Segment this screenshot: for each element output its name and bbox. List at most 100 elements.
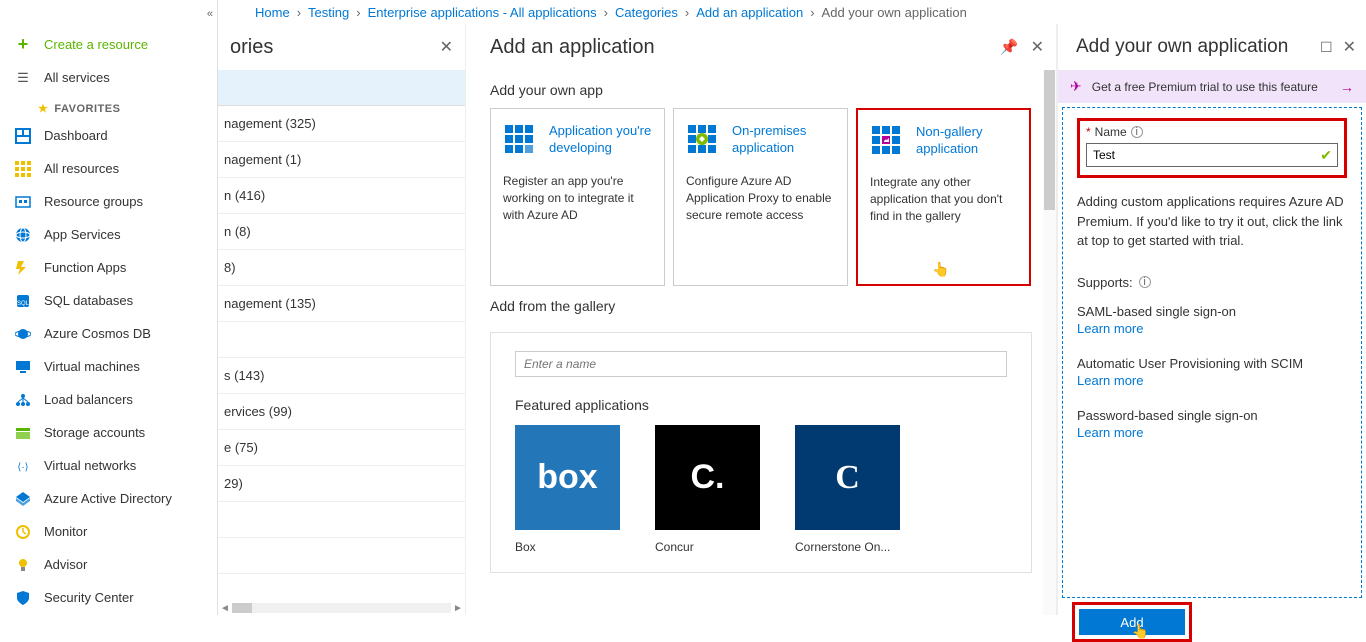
maximize-icon[interactable]: ☐ [1320, 39, 1333, 56]
category-row[interactable] [218, 502, 465, 538]
tile-developing[interactable]: Application you're developing Register a… [490, 108, 665, 286]
all-services-link[interactable]: ☰ All services [0, 61, 217, 94]
pin-icon[interactable]: 📌 [1000, 38, 1019, 56]
cursor-icon: 👆 [1132, 623, 1149, 640]
app-cornerstone[interactable]: C Cornerstone On... [795, 425, 915, 554]
category-row[interactable]: ervices (99) [218, 394, 465, 430]
sidebar-item-aad[interactable]: Azure Active Directory [0, 482, 217, 515]
app-logo: C. [655, 425, 760, 530]
resource-group-icon [14, 193, 32, 211]
breadcrumb: Home› Testing› Enterprise applications -… [220, 0, 1366, 24]
create-resource-link[interactable]: + Create a resource [0, 28, 217, 61]
add-own-blade: Add your own application ☐ ✕ ✈ Get a fre… [1057, 24, 1366, 615]
function-icon [14, 259, 32, 277]
name-field-highlight: *Name i ✔ [1077, 118, 1347, 178]
gallery-box: Featured applications box Box C. Concur … [490, 332, 1032, 573]
category-row[interactable]: nagement (1) [218, 142, 465, 178]
rocket-icon: ✈ [1070, 78, 1082, 95]
breadcrumb-link[interactable]: Add an application [696, 5, 803, 20]
promo-text: Get a free Premium trial to use this fea… [1092, 80, 1318, 94]
gallery-search-input[interactable] [515, 351, 1007, 377]
premium-promo[interactable]: ✈ Get a free Premium trial to use this f… [1058, 70, 1366, 103]
sidebar-item-lb[interactable]: Load balancers [0, 383, 217, 416]
sidebar-item-all-resources[interactable]: All resources [0, 152, 217, 185]
sidebar-item-vnet[interactable]: ⟨·⟩Virtual networks [0, 449, 217, 482]
info-icon[interactable]: i [1131, 126, 1143, 138]
category-row-selected[interactable] [218, 70, 465, 106]
sidebar-item-app-services[interactable]: App Services [0, 218, 217, 251]
sidebar-item-vms[interactable]: Virtual machines [0, 350, 217, 383]
tile-title: Non-gallery application [916, 124, 1017, 158]
vertical-scrollbar[interactable] [1043, 70, 1056, 615]
app-dev-icon [503, 123, 539, 159]
category-list: nagement (325) nagement (1) n (416) n (8… [218, 106, 465, 574]
breadcrumb-link[interactable]: Home [255, 5, 290, 20]
tile-onprem[interactable]: On-premises application Configure Azure … [673, 108, 848, 286]
category-row[interactable]: 29) [218, 466, 465, 502]
app-box[interactable]: box Box [515, 425, 635, 554]
own-app-label: Add your own app [490, 82, 1056, 98]
close-icon[interactable]: ✕ [440, 37, 453, 57]
aad-icon [14, 490, 32, 508]
lb-icon [14, 391, 32, 409]
scroll-left-icon[interactable]: ◄ [218, 603, 232, 614]
category-row[interactable]: 8) [218, 250, 465, 286]
help-text: Adding custom applications requires Azur… [1077, 192, 1347, 251]
breadcrumb-link[interactable]: Enterprise applications - All applicatio… [368, 5, 597, 20]
favorites-header: ★FAVORITES [0, 94, 217, 119]
breadcrumb-link[interactable]: Testing [308, 5, 349, 20]
category-row[interactable]: e (75) [218, 430, 465, 466]
info-icon[interactable]: i [1139, 276, 1151, 288]
sidebar-item-sql[interactable]: SQLSQL databases [0, 284, 217, 317]
cosmos-icon [14, 325, 32, 343]
category-row[interactable]: nagement (135) [218, 286, 465, 322]
monitor-icon [14, 523, 32, 541]
sidebar: « + Create a resource ☰ All services ★FA… [0, 0, 218, 615]
nongallery-icon [870, 124, 906, 160]
category-row[interactable] [218, 538, 465, 574]
category-row[interactable]: s (143) [218, 358, 465, 394]
shield-icon [14, 589, 32, 607]
category-row[interactable] [218, 322, 465, 358]
sql-icon: SQL [14, 292, 32, 310]
tile-desc: Configure Azure AD Application Proxy to … [686, 173, 835, 223]
svg-text:SQL: SQL [17, 301, 30, 307]
plus-icon: + [14, 36, 32, 54]
category-row[interactable]: nagement (325) [218, 106, 465, 142]
category-row[interactable]: n (8) [218, 214, 465, 250]
horizontal-scrollbar[interactable]: ◄ ► [218, 601, 465, 615]
sidebar-item-monitor[interactable]: Monitor [0, 515, 217, 548]
name-input[interactable] [1086, 143, 1338, 167]
scroll-right-icon[interactable]: ► [451, 603, 465, 614]
tile-title: Application you're developing [549, 123, 652, 157]
tile-nongallery[interactable]: Non-gallery application Integrate any ot… [856, 108, 1031, 286]
app-logo: C [795, 425, 900, 530]
collapse-icon[interactable]: « [207, 8, 213, 20]
app-logo: box [515, 425, 620, 530]
sidebar-item-storage[interactable]: Storage accounts [0, 416, 217, 449]
tile-title: On-premises application [732, 123, 835, 157]
category-row[interactable]: n (416) [218, 178, 465, 214]
app-concur[interactable]: C. Concur [655, 425, 775, 554]
sidebar-item-function-apps[interactable]: Function Apps [0, 251, 217, 284]
learn-more-link[interactable]: Learn more [1077, 321, 1347, 336]
learn-more-link[interactable]: Learn more [1077, 425, 1347, 440]
sidebar-item-advisor[interactable]: Advisor [0, 548, 217, 581]
app-name: Cornerstone On... [795, 540, 915, 554]
tile-desc: Integrate any other application that you… [870, 174, 1017, 224]
cursor-icon: 👆 [932, 261, 949, 278]
advisor-icon [14, 556, 32, 574]
sidebar-item-security[interactable]: Security Center [0, 581, 217, 614]
tile-desc: Register an app you're working on to int… [503, 173, 652, 223]
sidebar-item-resource-groups[interactable]: Resource groups [0, 185, 217, 218]
sidebar-item-dashboard[interactable]: Dashboard [0, 119, 217, 152]
learn-more-link[interactable]: Learn more [1077, 373, 1347, 388]
close-icon[interactable]: ✕ [1031, 37, 1044, 57]
breadcrumb-link[interactable]: Categories [615, 5, 678, 20]
close-icon[interactable]: ✕ [1343, 37, 1356, 57]
add-application-blade: Add an application 📌 ✕ Add your own app … [466, 24, 1057, 615]
support-password: Password-based single sign-on Learn more [1077, 408, 1347, 440]
support-saml: SAML-based single sign-on Learn more [1077, 304, 1347, 336]
blade-title: Add an application [490, 36, 655, 59]
sidebar-item-cosmos[interactable]: Azure Cosmos DB [0, 317, 217, 350]
